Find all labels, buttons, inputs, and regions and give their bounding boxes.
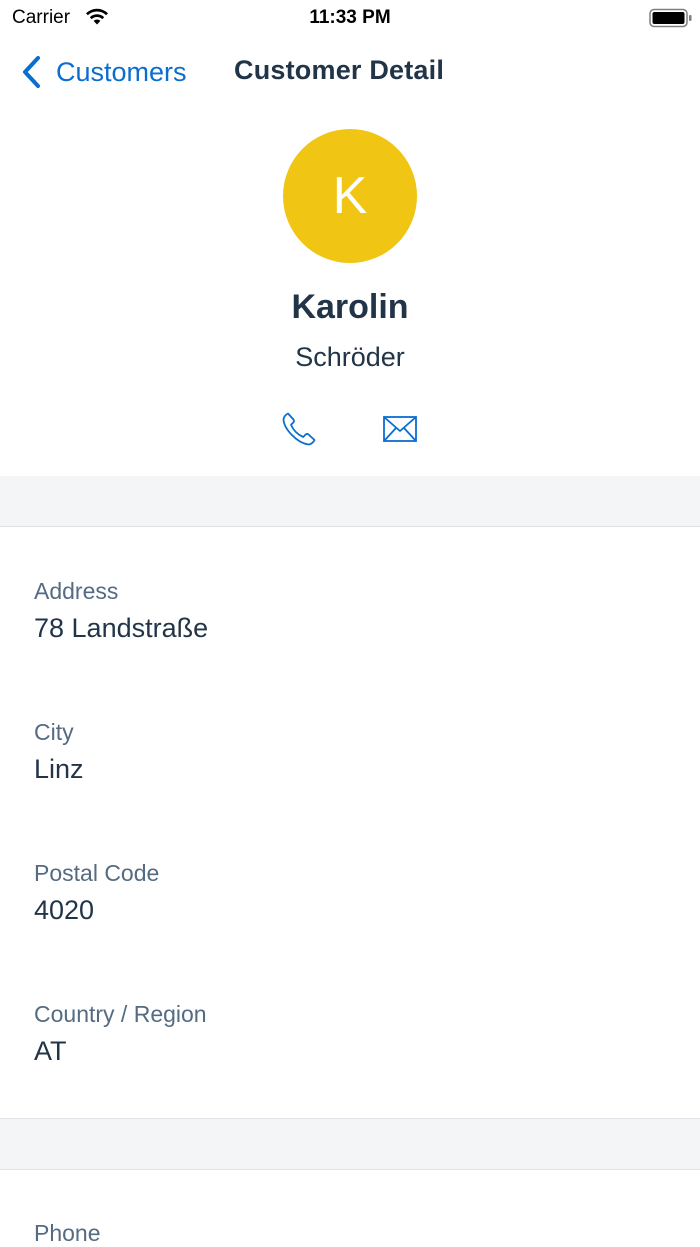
section-divider <box>0 1118 700 1170</box>
page-title: Customer Detail <box>234 55 445 85</box>
field-value: AT <box>34 1036 67 1066</box>
battery-icon <box>649 8 692 28</box>
navigation-bar: Customers Customer Detail <box>0 36 700 108</box>
field-value: 4020 <box>34 895 95 925</box>
field-label: Postal Code <box>34 860 160 886</box>
address-field: Address 78 Landstraße <box>34 578 674 644</box>
phone-icon[interactable] <box>280 410 318 448</box>
customer-last-name: Schröder <box>295 342 405 372</box>
back-button[interactable]: Customers <box>20 52 187 92</box>
back-button-label: Customers <box>56 56 187 87</box>
field-label: Phone <box>34 1220 101 1246</box>
status-time: 11:33 PM <box>309 7 391 28</box>
chevron-left-icon <box>23 56 40 88</box>
city-field: City Linz <box>34 719 674 785</box>
section-divider <box>0 476 700 527</box>
field-label: Country / Region <box>34 1001 207 1027</box>
avatar: K <box>283 129 417 263</box>
phone-field: Phone <box>34 1220 674 1247</box>
field-label: Address <box>34 578 119 604</box>
status-bar: Carrier 11:33 PM <box>0 0 700 36</box>
customer-first-name: Karolin <box>291 288 409 326</box>
field-value: 78 Landstraße <box>34 613 209 643</box>
postal-code-field: Postal Code 4020 <box>34 860 674 926</box>
field-label: City <box>34 719 74 745</box>
field-value: Linz <box>34 754 84 784</box>
avatar-initial: K <box>332 167 368 225</box>
email-icon[interactable] <box>381 410 419 448</box>
country-region-field: Country / Region AT <box>34 1001 674 1067</box>
